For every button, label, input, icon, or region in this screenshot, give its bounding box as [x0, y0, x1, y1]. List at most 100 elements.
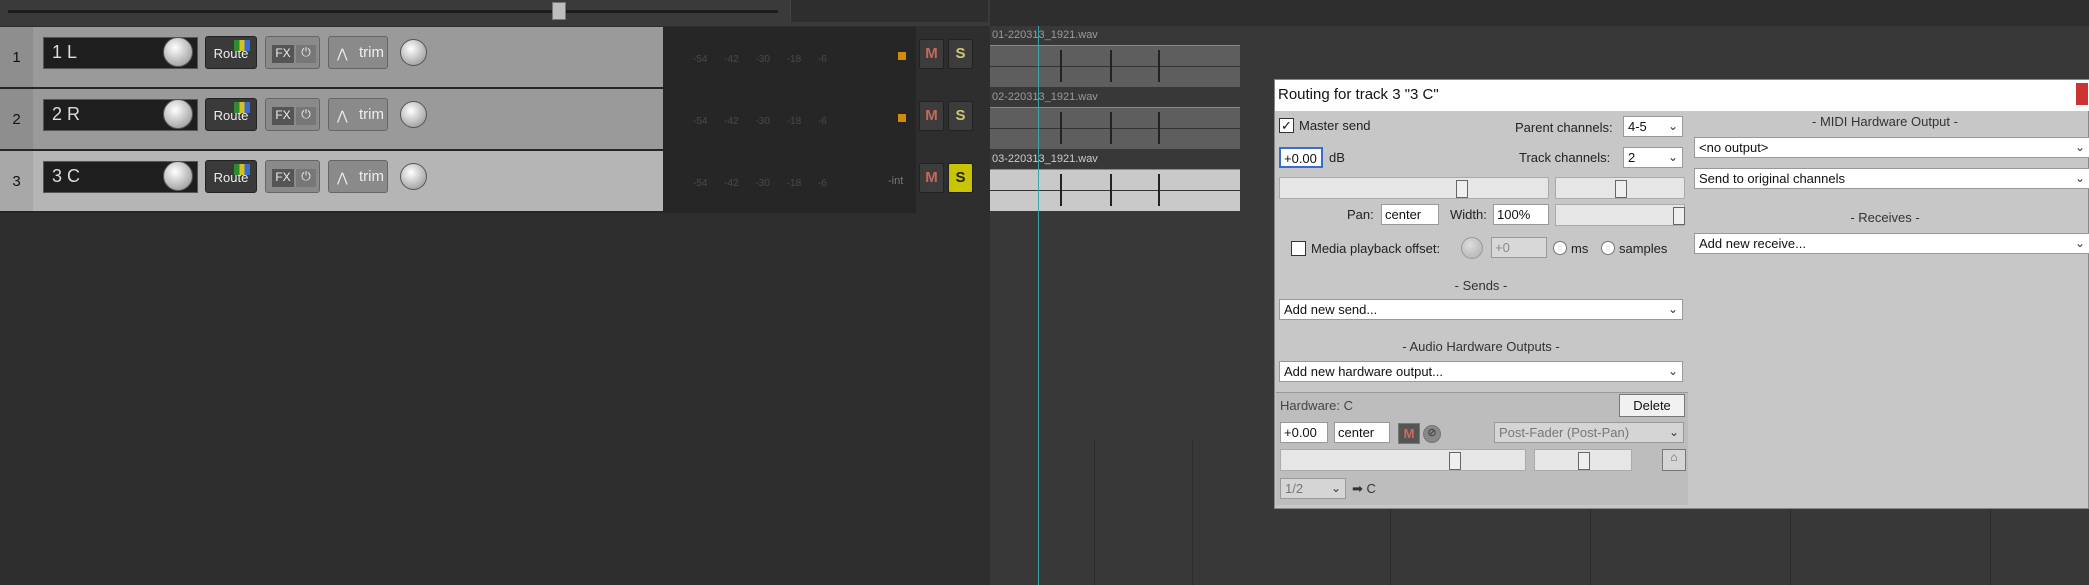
pan-knob[interactable]	[400, 39, 427, 66]
routing-dialog-title: Routing for track 3 "3 C"	[1275, 80, 2089, 111]
hw-destination-label: ➡ C	[1352, 481, 1376, 496]
track-channels-label: Track channels:	[1519, 150, 1611, 165]
route-icon	[234, 40, 250, 51]
hw-volume-input[interactable]: +0.00	[1280, 422, 1328, 443]
track-row-selected[interactable]: 3 3 C Route FX ⏻ ⋀ trim	[0, 151, 663, 213]
hw-mute-button[interactable]: M	[1398, 423, 1420, 444]
mute-button[interactable]: M	[919, 101, 944, 131]
record-arm-indicator	[898, 114, 906, 122]
trim-label: trim	[359, 106, 384, 123]
meter-scale: -54 -42 -30 -18 -6	[693, 178, 827, 189]
media-offset-knob[interactable]	[1461, 237, 1483, 259]
track-control-panel: 3 C Route FX ⏻ ⋀ trim	[33, 151, 663, 211]
mute-button[interactable]: M	[919, 39, 944, 69]
delete-button[interactable]: Delete	[1619, 394, 1685, 417]
fx-button[interactable]: FX ⏻	[265, 36, 320, 69]
close-button[interactable]	[2076, 83, 2088, 105]
media-item[interactable]: 01-220313_1921.wav	[990, 27, 1240, 87]
timeline-ruler[interactable]	[790, 0, 988, 22]
media-offset-input[interactable]: +0	[1491, 237, 1547, 258]
pan-slider[interactable]	[1555, 177, 1685, 199]
track-number[interactable]: 3	[0, 151, 33, 211]
midi-channels-select[interactable]: Send to original channels ⌄	[1694, 168, 2089, 189]
track-channels-select[interactable]: 2 ⌄	[1623, 147, 1683, 168]
add-send-select[interactable]: Add new send... ⌄	[1279, 299, 1683, 320]
pan-knob[interactable]	[400, 163, 427, 190]
master-zoom-slider-thumb[interactable]	[552, 2, 566, 20]
volume-knob[interactable]	[163, 99, 193, 129]
master-send-checkbox[interactable]: ✓	[1279, 118, 1294, 133]
fx-bypass-icon[interactable]: ⏻	[296, 169, 316, 187]
chevron-down-icon: ⌄	[2074, 140, 2085, 154]
hw-pan-input[interactable]: center	[1334, 422, 1390, 443]
media-item-label: 02-220313_1921.wav	[992, 91, 1098, 103]
track-meter: -54 -42 -30 -18 -6	[663, 27, 916, 89]
hw-volume-slider[interactable]	[1280, 449, 1526, 471]
fx-bypass-icon[interactable]: ⏻	[296, 45, 316, 63]
mute-button[interactable]: M	[919, 163, 944, 193]
receives-header: - Receives -	[1850, 210, 1920, 225]
pan-input[interactable]: center	[1381, 204, 1439, 225]
fx-label: FX	[272, 45, 294, 63]
fx-bypass-icon[interactable]: ⏻	[296, 107, 316, 125]
tcp-top-strip	[0, 0, 990, 26]
media-offset-checkbox[interactable]	[1291, 241, 1306, 256]
hw-pan-slider[interactable]	[1534, 449, 1632, 471]
volume-input[interactable]: +0.00	[1279, 147, 1323, 168]
hw-env-icon[interactable]: ⌂	[1662, 449, 1686, 471]
width-input[interactable]: 100%	[1493, 204, 1549, 225]
samples-radio[interactable]	[1601, 241, 1615, 255]
solo-button-active[interactable]: S	[948, 163, 973, 193]
ms-label: ms	[1571, 241, 1589, 256]
route-button[interactable]: Route	[205, 36, 257, 69]
parent-channels-select[interactable]: 4-5 ⌄	[1623, 116, 1683, 137]
pan-knob[interactable]	[400, 101, 427, 128]
reaper-window: 1 1 L Route FX ⏻ ⋀ trim -54 -42 -30 -18 -6…	[0, 0, 2089, 585]
solo-button[interactable]: S	[948, 39, 973, 69]
track-number[interactable]: 1	[0, 27, 33, 87]
width-label: Width:	[1450, 207, 1487, 222]
phase-invert-icon[interactable]: ⊘	[1423, 425, 1441, 443]
envelope-trim-button[interactable]: ⋀ trim	[328, 98, 388, 131]
master-zoom-slider-track[interactable]	[8, 10, 778, 13]
master-send-label: Master send	[1299, 118, 1371, 133]
db-label: dB	[1329, 150, 1345, 165]
track-row[interactable]: 2 2 R Route FX ⏻ ⋀ trim	[0, 89, 663, 151]
track-row[interactable]: 1 1 L Route FX ⏻ ⋀ trim	[0, 27, 663, 89]
track-control-panel: 1 L Route FX ⏻ ⋀ trim	[33, 27, 663, 87]
track-meter: -54 -42 -30 -18 -6	[663, 89, 916, 151]
waveform	[990, 45, 1240, 87]
track-meter: -54 -42 -30 -18 -6	[663, 151, 916, 213]
meter-scale: -54 -42 -30 -18 -6	[693, 54, 827, 65]
envelope-trim-button[interactable]: ⋀ trim	[328, 36, 388, 69]
fx-button[interactable]: FX ⏻	[265, 98, 320, 131]
media-item[interactable]: 02-220313_1921.wav	[990, 89, 1240, 149]
track-number[interactable]: 2	[0, 89, 33, 149]
hw-mode-select[interactable]: Post-Fader (Post-Pan) ⌄	[1494, 422, 1684, 443]
hw-channel-select[interactable]: 1/2 ⌄	[1280, 478, 1346, 499]
sends-header: - Sends -	[1454, 278, 1508, 293]
add-receive-select[interactable]: Add new receive... ⌄	[1694, 233, 2089, 254]
route-button[interactable]: Route	[205, 98, 257, 131]
add-hw-output-select[interactable]: Add new hardware output... ⌄	[1279, 361, 1683, 382]
ms-radio[interactable]	[1553, 241, 1567, 255]
solo-button[interactable]: S	[948, 101, 973, 131]
grid-line	[1094, 440, 1095, 585]
width-slider[interactable]	[1555, 204, 1685, 226]
envelope-trim-button[interactable]: ⋀ trim	[328, 160, 388, 193]
waveform	[990, 107, 1240, 149]
volume-slider[interactable]	[1279, 177, 1549, 199]
fx-button[interactable]: FX ⏻	[265, 160, 320, 193]
route-icon	[234, 102, 250, 113]
volume-knob[interactable]	[163, 161, 193, 191]
route-button[interactable]: Route	[205, 160, 257, 193]
media-item-selected[interactable]: 03-220313_1921.wav	[990, 151, 1240, 211]
chevron-down-icon: ⌄	[1668, 425, 1679, 439]
midi-output-select[interactable]: <no output> ⌄	[1694, 137, 2089, 158]
volume-knob[interactable]	[163, 37, 193, 67]
chevron-down-icon: ⌄	[1330, 481, 1341, 495]
envelope-icon: ⋀	[337, 170, 348, 185]
media-offset-label: Media playback offset:	[1311, 241, 1441, 256]
media-item-label: 03-220313_1921.wav	[992, 153, 1098, 165]
edit-cursor	[1038, 26, 1039, 585]
